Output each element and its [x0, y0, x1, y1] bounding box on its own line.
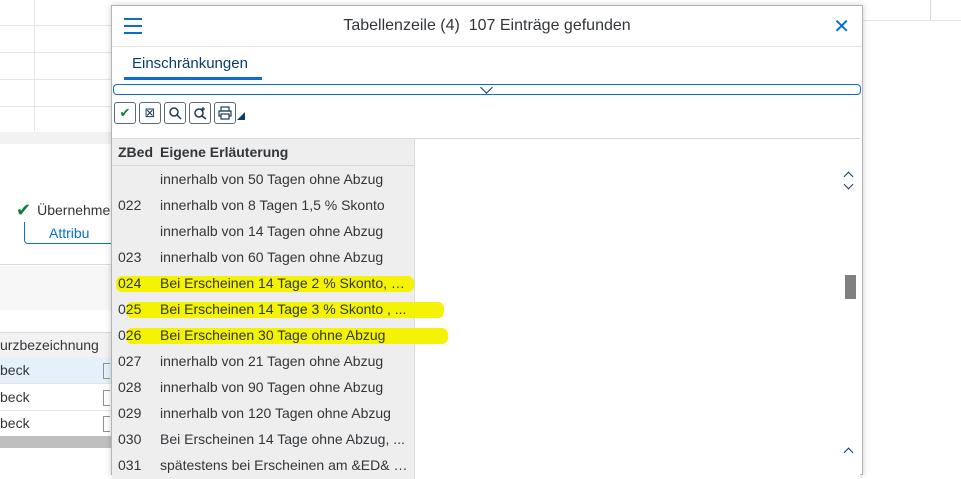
row-text: beck	[0, 362, 30, 378]
print-icon	[218, 106, 232, 120]
bg-table-header: urzbezeichnung	[0, 332, 112, 358]
dropdown-arrow-icon[interactable]	[237, 112, 245, 120]
bg-divider	[0, 264, 112, 265]
table-row[interactable]: 022 innerhalb von 8 Tagen 1,5 % Skonto	[112, 192, 414, 218]
accept-button-label: Übernehme	[37, 202, 111, 218]
cell-code: 023	[118, 249, 142, 265]
toolbar: ✔ ⊠	[114, 102, 245, 128]
cell-description: innerhalb von 120 Tagen ohne Abzug	[160, 405, 391, 421]
cell-code: 031	[118, 457, 142, 473]
table-row[interactable]: beck	[0, 357, 112, 384]
bg-gridline	[0, 106, 112, 107]
cell-code: 027	[118, 353, 142, 369]
attribute-button-label: Attribu	[49, 224, 90, 241]
cell-description: innerhalb von 50 Tagen ohne Abzug	[160, 171, 384, 187]
column-header-code[interactable]: ZBed	[112, 144, 156, 160]
cell-description: innerhalb von 60 Tagen ohne Abzug	[160, 249, 384, 265]
cell-description: Bei Erscheinen 14 Tage 2 % Skonto, 3...	[160, 275, 410, 291]
table-empty-area	[415, 139, 860, 479]
expand-restrictions-bar[interactable]	[113, 81, 861, 95]
cell-description: innerhalb von 90 Tagen ohne Abzug	[160, 379, 384, 395]
search-plus-icon	[194, 107, 207, 120]
check-icon: ✔	[119, 105, 131, 120]
cell-description: Bei Erscheinen 14 Tage ohne Abzug, ...	[160, 431, 405, 447]
table-row[interactable]: 024 Bei Erscheinen 14 Tage 2 % Skonto, 3.…	[112, 270, 414, 296]
bg-divider	[930, 0, 931, 20]
row-checkbox[interactable]	[103, 390, 110, 406]
cell-code: 022	[118, 197, 142, 213]
tab-selected-indicator	[124, 77, 262, 80]
dialog-header: Tabellenzeile (4) 107 Einträge gefunden …	[112, 6, 862, 47]
row-text: beck	[0, 389, 30, 405]
vertical-scrollbar[interactable]	[842, 165, 856, 465]
row-checkbox[interactable]	[103, 363, 110, 379]
bg-scrollbar[interactable]	[0, 436, 112, 448]
row-text: beck	[0, 415, 30, 431]
print-button[interactable]	[214, 102, 236, 124]
cell-code: 025	[118, 301, 142, 317]
results-table: ZBed Eigene Erläuterung innerhalb von 50…	[112, 138, 860, 479]
table-row[interactable]: 027 innerhalb von 21 Tagen ohne Abzug	[112, 348, 414, 374]
search-icon	[169, 107, 182, 120]
cell-code: 028	[118, 379, 142, 395]
tab-bar: Einschränkungen	[112, 47, 862, 81]
bg-column-header: urzbezeichnung	[0, 337, 99, 353]
cell-description: Bei Erscheinen 30 Tage ohne Abzug	[160, 327, 386, 343]
cell-code: 029	[118, 405, 142, 421]
bg-section	[0, 266, 112, 310]
table-header: ZBed Eigene Erläuterung	[112, 139, 414, 166]
close-icon[interactable]: ✕	[833, 14, 850, 39]
table-row[interactable]: 028 innerhalb von 90 Tagen ohne Abzug	[112, 374, 414, 400]
column-header-description[interactable]: Eigene Erläuterung	[156, 144, 288, 160]
cell-description: innerhalb von 14 Tagen ohne Abzug	[160, 223, 384, 239]
cancel-icon: ⊠	[144, 105, 156, 120]
cell-description: Bei Erscheinen 14 Tage 3 % Skonto , ...	[160, 301, 407, 317]
cell-code: 026	[118, 327, 142, 343]
table-row[interactable]: 031 spätestens bei Erscheinen am &ED& o..…	[112, 452, 414, 478]
cell-code: 024	[118, 275, 142, 291]
chevron-down-icon	[480, 81, 493, 94]
cell-description: innerhalb von 21 Tagen ohne Abzug	[160, 353, 384, 369]
cancel-button[interactable]: ⊠	[139, 102, 161, 124]
table-row[interactable]: innerhalb von 50 Tagen ohne Abzug	[112, 166, 414, 192]
accept-button[interactable]: ✔ Übernehme	[16, 197, 110, 223]
bg-gridline	[34, 0, 35, 132]
search-more-button[interactable]	[189, 102, 211, 124]
cell-code: 030	[118, 431, 142, 447]
table-row[interactable]: beck	[0, 384, 112, 411]
cell-description: innerhalb von 8 Tagen 1,5 % Skonto	[160, 197, 385, 213]
menu-icon[interactable]	[124, 18, 142, 34]
dialog-title: Tabellenzeile (4) 107 Einträge gefunden	[343, 17, 631, 34]
scrollbar-thumb[interactable]	[845, 275, 856, 299]
bg-gridline	[0, 79, 112, 80]
table-row[interactable]: 023 innerhalb von 60 Tagen ohne Abzug	[112, 244, 414, 270]
bg-gridline	[0, 25, 112, 26]
table-row[interactable]: innerhalb von 14 Tagen ohne Abzug	[112, 218, 414, 244]
bg-band	[0, 132, 112, 144]
table-row[interactable]: 029 innerhalb von 120 Tagen ohne Abzug	[112, 400, 414, 426]
scroll-to-end-icon[interactable]	[843, 447, 854, 458]
table-row[interactable]: 030 Bei Erscheinen 14 Tage ohne Abzug, ..…	[112, 426, 414, 452]
bg-right-header	[863, 0, 961, 21]
scroll-down-step-icon[interactable]	[843, 179, 854, 190]
search-button[interactable]	[164, 102, 186, 124]
row-checkbox[interactable]	[103, 416, 110, 432]
bg-gridline	[0, 52, 112, 53]
value-help-dialog: Tabellenzeile (4) 107 Einträge gefunden …	[111, 5, 863, 479]
tab-restrictions[interactable]: Einschränkungen	[124, 55, 256, 79]
table-row[interactable]: 025 Bei Erscheinen 14 Tage 3 % Skonto , .…	[112, 296, 444, 322]
confirm-button[interactable]: ✔	[114, 102, 136, 124]
table-row[interactable]: 026 Bei Erscheinen 30 Tage ohne Abzug	[112, 322, 448, 348]
cell-description: spätestens bei Erscheinen am &ED& o...	[160, 457, 410, 473]
check-icon: ✔	[16, 199, 32, 220]
table-row[interactable]: beck	[0, 410, 112, 437]
